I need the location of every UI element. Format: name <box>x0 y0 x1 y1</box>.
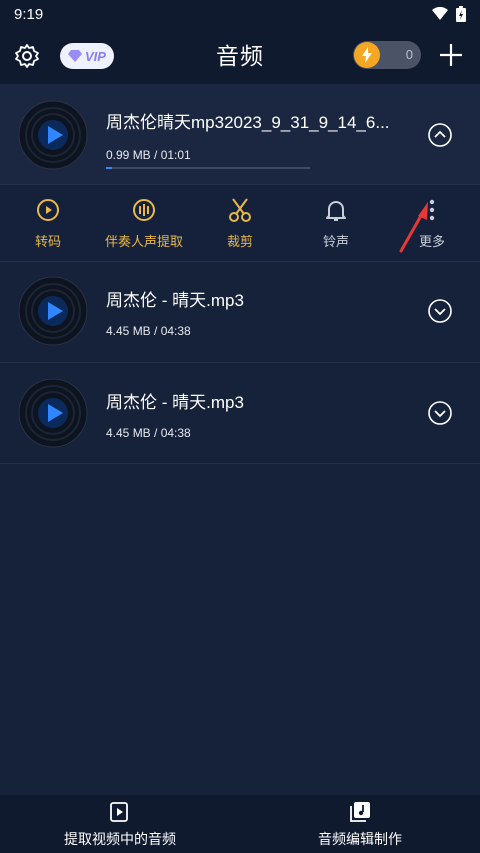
list-item[interactable]: 周杰伦 - 晴天.mp3 4.45 MB / 04:38 <box>0 262 480 363</box>
play-disc-icon[interactable] <box>18 378 88 448</box>
nav-audio-edit[interactable]: 音频编辑制作 <box>300 795 420 853</box>
file-meta: 4.45 MB / 04:38 <box>106 426 191 440</box>
play-disc-icon[interactable] <box>18 100 88 170</box>
convert-icon <box>37 199 59 221</box>
wifi-icon <box>432 7 448 20</box>
nav-extract-audio-label: 提取视频中的音频 <box>64 831 176 847</box>
bell-icon <box>326 201 346 221</box>
ringtone-label: 铃声 <box>322 234 349 249</box>
trim-button[interactable]: 裁剪 <box>192 185 288 261</box>
file-meta: 4.45 MB / 04:38 <box>106 324 191 338</box>
list-item[interactable]: 周杰伦 - 晴天.mp3 4.45 MB / 04:38 <box>0 363 480 464</box>
convert-button[interactable]: 转码 <box>0 185 96 261</box>
chevron-down-icon[interactable] <box>428 401 452 425</box>
scissors-icon <box>229 198 251 222</box>
top-bar: VIP 音频 0 <box>0 28 480 84</box>
bottom-nav: 提取视频中的音频 音频编辑制作 <box>0 795 480 853</box>
chevron-up-icon[interactable] <box>428 123 452 147</box>
vocal-extract-icon <box>133 199 155 221</box>
action-bar: 转码 伴奏人声提取 裁剪 铃声 更多 <box>0 185 480 262</box>
convert-label: 转码 <box>34 234 61 249</box>
status-time: 9:19 <box>14 5 44 23</box>
extract-vocals-button[interactable]: 伴奏人声提取 <box>96 185 192 261</box>
coin-count: 0 <box>405 47 413 62</box>
file-name: 周杰伦 - 晴天.mp3 <box>106 393 244 412</box>
file-name: 周杰伦晴天mp32023_9_31_9_14_6... <box>106 113 390 132</box>
extract-vocals-label: 伴奏人声提取 <box>104 234 183 249</box>
file-name: 周杰伦 - 晴天.mp3 <box>106 291 244 310</box>
status-icons <box>432 6 466 22</box>
lightning-icon <box>354 42 380 68</box>
list-item[interactable]: 周杰伦晴天mp32023_9_31_9_14_6... 0.99 MB / 01… <box>0 84 480 185</box>
add-icon[interactable] <box>438 42 464 68</box>
red-arrow-icon <box>399 202 428 253</box>
coin-toggle[interactable]: 0 <box>353 41 421 69</box>
progress-fill <box>106 167 113 169</box>
status-bar: 9:19 <box>0 0 480 28</box>
play-disc-icon[interactable] <box>18 276 88 346</box>
ringtone-button[interactable]: 铃声 <box>288 185 384 261</box>
nav-extract-audio[interactable]: 提取视频中的音频 <box>40 795 200 853</box>
file-meta: 0.99 MB / 01:01 <box>106 148 191 162</box>
nav-audio-edit-label: 音频编辑制作 <box>318 831 402 847</box>
trim-label: 裁剪 <box>226 234 253 249</box>
battery-icon <box>456 6 466 22</box>
video-file-icon <box>110 802 128 822</box>
progress-bar <box>106 167 310 169</box>
music-file-icon <box>350 802 370 822</box>
chevron-down-icon[interactable] <box>428 299 452 323</box>
